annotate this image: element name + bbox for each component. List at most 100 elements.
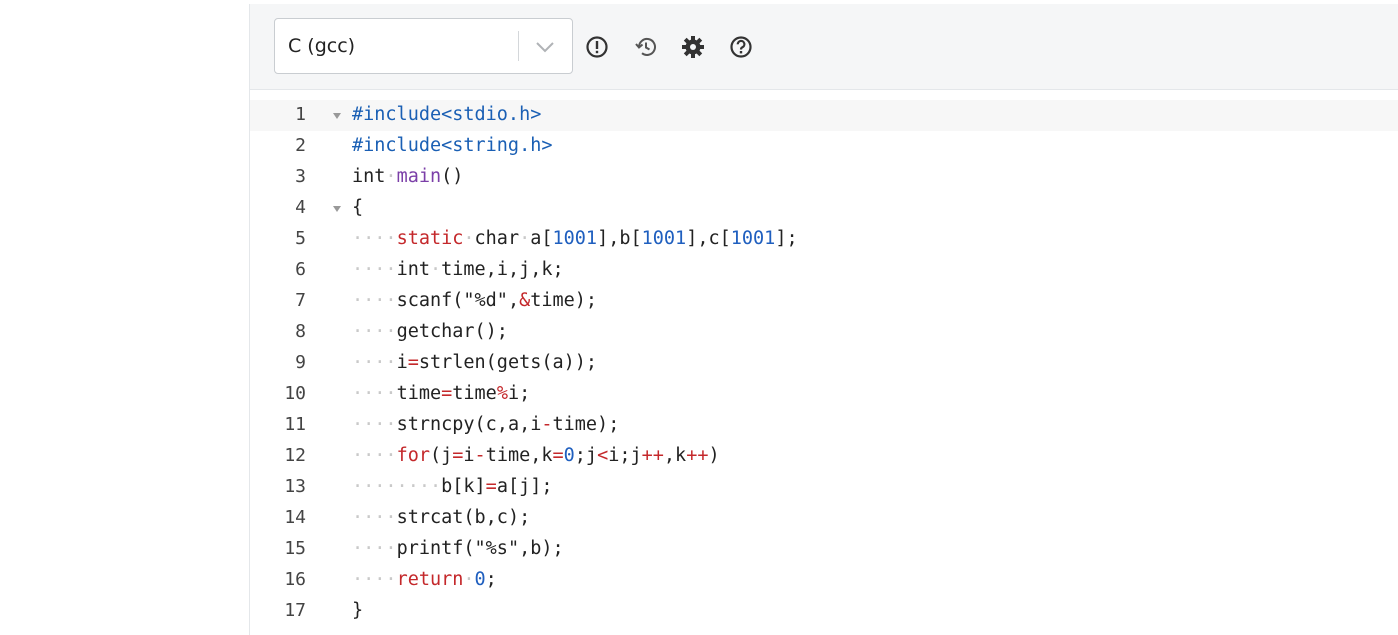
fold-toggle-icon[interactable]: [333, 206, 341, 212]
code-token: static: [396, 228, 464, 249]
line-number: 1: [295, 104, 306, 125]
code-token: -: [474, 445, 486, 466]
line-number: 5: [295, 228, 306, 249]
code-token: (j: [429, 445, 453, 466]
alert-circle-icon[interactable]: [584, 34, 610, 60]
editor-toolbar: C (gcc): [250, 4, 1398, 90]
code-line[interactable]: 6 ····int·time,i,j,k;: [250, 255, 1398, 286]
code-line-text: #include<string.h>: [352, 135, 552, 156]
code-line-text: ····printf("%s",b);: [352, 538, 564, 559]
code-line[interactable]: 4{: [250, 193, 1398, 224]
code-token: &: [519, 290, 531, 311]
line-number: 14: [284, 507, 306, 528]
code-token: 0: [474, 569, 486, 590]
code-line[interactable]: 14 ····strcat(b,c);: [250, 503, 1398, 534]
code-token: strlen(gets(a));: [418, 352, 598, 373]
code-token: return: [396, 569, 464, 590]
code-line-text: }: [352, 600, 363, 621]
chevron-down-icon[interactable]: [530, 35, 560, 59]
code-line[interactable]: 13 ········b[k]=a[j];: [250, 472, 1398, 503]
code-token: ;j: [574, 445, 598, 466]
code-token: ): [708, 445, 720, 466]
line-number: 16: [284, 569, 306, 590]
code-token: char: [474, 228, 520, 249]
code-token: for: [396, 445, 430, 466]
line-number: 17: [284, 600, 306, 621]
code-token: <: [597, 445, 609, 466]
code-line[interactable]: 11 ····strncpy(c,a,i-time);: [250, 410, 1398, 441]
code-line[interactable]: 5 ····static·char·a[1001],b[1001],c[1001]…: [250, 224, 1398, 255]
code-token: ·: [385, 166, 397, 187]
line-number: 7: [295, 290, 306, 311]
code-token: ····: [352, 538, 397, 559]
language-select-value: C (gcc): [288, 35, 356, 57]
code-line[interactable]: 1 #include<stdio.h>: [250, 100, 1398, 131]
code-token: "%s": [474, 538, 520, 559]
code-token: i: [463, 445, 475, 466]
code-token: time,i,j,k;: [441, 259, 564, 280]
code-line[interactable]: 12 ····for(j=i-time,k=0;j<i;j++,k++): [250, 441, 1398, 472]
line-number: 13: [284, 476, 306, 497]
code-token: #include<string.h>: [352, 135, 553, 156]
code-token: b[k]: [441, 476, 486, 497]
code-token: =: [485, 476, 497, 497]
code-line[interactable]: 16 ····return·0;: [250, 565, 1398, 596]
line-number: 15: [284, 538, 306, 559]
language-select[interactable]: C (gcc): [274, 18, 573, 74]
code-token: ····: [352, 259, 397, 280]
gear-icon[interactable]: [680, 34, 706, 60]
code-area[interactable]: 1 #include<stdio.h> 2 #include<string.h> 3 in…: [250, 91, 1398, 635]
code-token: =: [452, 445, 464, 466]
select-divider: [518, 31, 519, 61]
code-token: ·: [519, 228, 531, 249]
code-line[interactable]: 9 ····i=strlen(gets(a));: [250, 348, 1398, 379]
code-line[interactable]: 17}: [250, 596, 1398, 627]
line-number: 3: [295, 166, 306, 187]
code-token: getchar();: [396, 321, 508, 342]
history-icon[interactable]: [633, 34, 659, 60]
code-token: main: [396, 166, 442, 187]
help-circle-icon[interactable]: [728, 34, 754, 60]
code-token: ],c[: [686, 228, 731, 249]
code-line-text: ····strcat(b,c);: [352, 507, 530, 528]
code-token: ++: [641, 445, 664, 466]
code-token: -: [541, 414, 553, 435]
code-line[interactable]: 2 #include<string.h>: [250, 131, 1398, 162]
code-token: a[j];: [496, 476, 553, 497]
code-line[interactable]: 7 ····scanf("%d",&time);: [250, 286, 1398, 317]
code-token: 1001: [641, 228, 687, 249]
code-token: 0: [563, 445, 575, 466]
code-line[interactable]: 8 ····getchar();: [250, 317, 1398, 348]
code-token: }: [352, 600, 364, 621]
code-token: i: [396, 352, 408, 373]
fold-toggle-icon[interactable]: [333, 113, 341, 119]
code-token: int: [396, 259, 430, 280]
code-token: ····: [352, 228, 397, 249]
code-token: ········: [352, 476, 442, 497]
code-token: {: [352, 197, 364, 218]
code-line-text: ····i=strlen(gets(a));: [352, 352, 597, 373]
code-line-text: ····return·0;: [352, 569, 497, 590]
code-token: %: [496, 383, 508, 404]
line-number: 10: [284, 383, 306, 404]
code-line[interactable]: 3 int·main(): [250, 162, 1398, 193]
code-token: time);: [552, 414, 620, 435]
code-token: =: [441, 383, 453, 404]
code-token: ,: [507, 290, 520, 311]
code-token: ];: [775, 228, 798, 249]
code-line-text: ····strncpy(c,a,i-time);: [352, 414, 619, 435]
code-token: 1001: [730, 228, 776, 249]
line-number: 11: [284, 414, 306, 435]
code-token: ····: [352, 507, 397, 528]
code-token: ····: [352, 383, 397, 404]
code-line[interactable]: 10 ····time=time%i;: [250, 379, 1398, 410]
code-line-text: ····scanf("%d",&time);: [352, 290, 597, 311]
code-line[interactable]: 15 ····printf("%s",b);: [250, 534, 1398, 565]
code-line-text: ····int·time,i,j,k;: [352, 259, 564, 280]
code-token: ····: [352, 352, 397, 373]
code-line-text: ····time=time%i;: [352, 383, 530, 404]
code-line-text: int·main(): [352, 166, 463, 187]
code-token: ·: [463, 228, 475, 249]
code-token: #include<stdio.h>: [352, 104, 542, 125]
code-token: ,k: [663, 445, 687, 466]
